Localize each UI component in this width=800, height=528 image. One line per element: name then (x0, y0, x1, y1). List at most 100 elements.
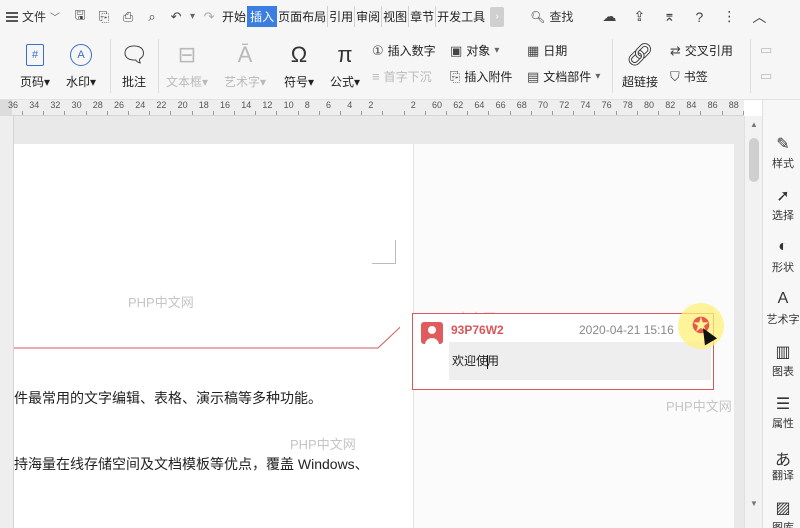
ruler-tick-mark (85, 111, 87, 115)
page-number-button[interactable]: # 页码▾ (20, 39, 50, 90)
insert-attachment-button[interactable]: ⎘ 插入附件 (450, 68, 512, 85)
margin-corner-mark (372, 240, 396, 264)
ruler-tick-mark (276, 111, 278, 115)
bookmark-button[interactable]: ⛉ 书签 (670, 68, 708, 85)
search-icon: 🔍︎ (530, 9, 546, 24)
side-wordart-button[interactable]: A 艺术字 (763, 290, 800, 327)
ruler-tick-mark (297, 111, 299, 115)
menu-bar: 文件 ﹀ 🖫 ⎘ ⎙ ⌕ ↶ ▾ ↷ 开始 插入 页面布局 引用 审阅 视图 章… (0, 0, 800, 33)
comment-button[interactable]: 🗨 批注 (120, 39, 148, 90)
ruler-tick-mark (658, 111, 659, 115)
comment-card[interactable]: 93P76W2 2020-04-21 15:16 欢迎使用 (412, 313, 714, 390)
help-icon[interactable]: ? (689, 9, 709, 25)
ruler-tick-mark (742, 111, 744, 115)
insert-number-button[interactable]: ① 插入数字 (372, 42, 436, 59)
ruler-tick-mark (361, 111, 363, 115)
more-tabs-button[interactable]: › (490, 6, 505, 27)
tab-page-layout[interactable]: 页面布局 (277, 6, 327, 27)
save-icon[interactable]: 🖫 (70, 6, 90, 28)
right-side-panel: ✎ 样式 ➚ 选择 ◐ 形状 A 艺术字 ▥ 图表 ☰ 属性 あ 翻译 ▨ 图库 (762, 100, 800, 528)
date-button[interactable]: ▦ 日期 (527, 42, 567, 59)
shapes-icon: ◐ (778, 238, 788, 255)
tab-insert[interactable]: 插入 (247, 6, 278, 27)
tab-chapter[interactable]: 章节 (408, 6, 435, 27)
side-properties-button[interactable]: ☰ 属性 (763, 394, 800, 431)
user-avatar-icon (421, 322, 443, 344)
ruler-tick-label: 80 (644, 100, 655, 110)
scrollbar-thumb[interactable] (749, 138, 759, 182)
tab-home[interactable]: 开始 (221, 6, 247, 27)
tab-references[interactable]: 引用 (327, 6, 354, 27)
header-footer-icon[interactable]: ▭ (760, 42, 772, 58)
file-menu-label: 文件 (22, 10, 47, 24)
translate-icon: あ (774, 452, 791, 469)
ruler-tick-label: 70 (538, 100, 549, 110)
drop-cap-button[interactable]: ≡ 首字下沉 (372, 68, 432, 85)
scroll-up-icon[interactable]: ▲ (750, 120, 758, 129)
side-item-label: 选择 (772, 210, 794, 222)
cloud-sync-icon[interactable]: ☁ (599, 8, 619, 25)
share-icon[interactable]: ⇪ (629, 8, 649, 25)
ruler-tick-mark (64, 111, 66, 115)
ruler-tick-label: 22 (156, 100, 167, 110)
insert-attachment-label: 插入附件 (464, 70, 513, 84)
wordart-icon: Ā (237, 42, 253, 67)
vertical-scrollbar[interactable]: ▲ ▼ (744, 116, 762, 528)
page-border-icon[interactable]: ▭ (760, 68, 772, 84)
side-item-label: 艺术字 (766, 314, 800, 326)
vertical-ruler[interactable] (0, 116, 14, 528)
object-label: 对象 (466, 44, 491, 58)
undo-dropdown-icon[interactable]: ▾ (190, 11, 195, 22)
document-text-line[interactable]: 件最常用的文字编辑、表格、演示稿等多种功能。 (14, 388, 322, 408)
search-button[interactable]: 🔍︎ 查找 (530, 8, 573, 25)
symbol-button[interactable]: Ω 符号▾ (284, 39, 314, 90)
ruler-tick-label: 74 (580, 100, 591, 110)
hyperlink-button[interactable]: 🔗︎ 超链接 (622, 39, 658, 90)
more-options-icon[interactable]: ⋮ (719, 8, 739, 25)
ruler-tick-label: 2 (368, 100, 374, 110)
redo-icon[interactable]: ↷ (199, 6, 219, 28)
calendar-icon: ▦ (527, 42, 540, 58)
collapse-ribbon-icon[interactable]: ⌆ (659, 8, 679, 25)
wordart-button[interactable]: Ā 艺术字▾ (224, 39, 266, 90)
ruler-tick-mark (212, 111, 214, 115)
cross-reference-button[interactable]: ⇄ 交叉引用 (670, 42, 733, 59)
tab-view[interactable]: 视图 (381, 6, 408, 27)
comment-text-field[interactable]: 欢迎使用 (449, 342, 711, 380)
print-icon[interactable]: ⎙ (118, 6, 138, 28)
collapse-up-icon[interactable]: ︿ (749, 7, 769, 27)
horizontal-ruler[interactable]: 36 34 32 30 28 26 24 22 20 18 16 14 12 10 8 6 4 2 2 60 62 64 6… (0, 100, 744, 116)
textbox-button[interactable]: ⊟ 文本框▾ (166, 39, 208, 90)
side-styles-button[interactable]: ✎ 样式 (763, 134, 800, 171)
tab-developer[interactable]: 开发工具 (435, 6, 486, 27)
ribbon-tabs: 开始 插入 页面布局 引用 审阅 视图 章节 开发工具 › (221, 6, 505, 27)
omega-icon: Ω (290, 42, 308, 67)
chevron-down-icon: ﹀ (50, 13, 61, 24)
side-select-button[interactable]: ➚ 选择 (763, 186, 800, 223)
file-menu[interactable]: 文件 ﹀ (0, 5, 66, 29)
side-translate-button[interactable]: あ 翻译 (763, 446, 800, 483)
ruler-tick-label: 6 (326, 100, 332, 110)
watermark-button[interactable]: A 水印▾ (66, 39, 96, 90)
export-icon[interactable]: ⎘ (94, 6, 114, 28)
side-chart-button[interactable]: ▥ 图表 (763, 342, 800, 379)
formula-label: 公式 (330, 75, 355, 89)
page-number-icon: # (26, 44, 45, 66)
wordart-icon: A (777, 290, 789, 307)
ruler-tick-label: 66 (495, 100, 506, 110)
tab-review[interactable]: 审阅 (354, 6, 381, 27)
undo-icon[interactable]: ↶ (166, 6, 186, 28)
ruler-tick-label: 60 (432, 100, 443, 110)
ruler-tick-mark (340, 111, 341, 115)
document-text-line[interactable]: 持海量在线存储空间及文档模板等优点，覆盖 Windows、 (14, 454, 369, 474)
ruler-tick-label: 28 (92, 100, 103, 110)
side-shapes-button[interactable]: ◐ 形状 (763, 238, 800, 275)
formula-button[interactable]: π 公式▾ (330, 39, 360, 90)
side-gallery-button[interactable]: ▨ 图库 (763, 498, 800, 528)
print-preview-icon[interactable]: ⌕ (142, 6, 162, 28)
scroll-down-icon[interactable]: ▼ (750, 499, 758, 508)
doc-parts-button[interactable]: ▤ 文档部件 ▾ (527, 68, 600, 85)
link-icon: 🔗︎ (626, 42, 654, 67)
object-button[interactable]: ▣ 对象 ▾ (450, 42, 499, 59)
ruler-tick-label: 26 (114, 100, 125, 110)
